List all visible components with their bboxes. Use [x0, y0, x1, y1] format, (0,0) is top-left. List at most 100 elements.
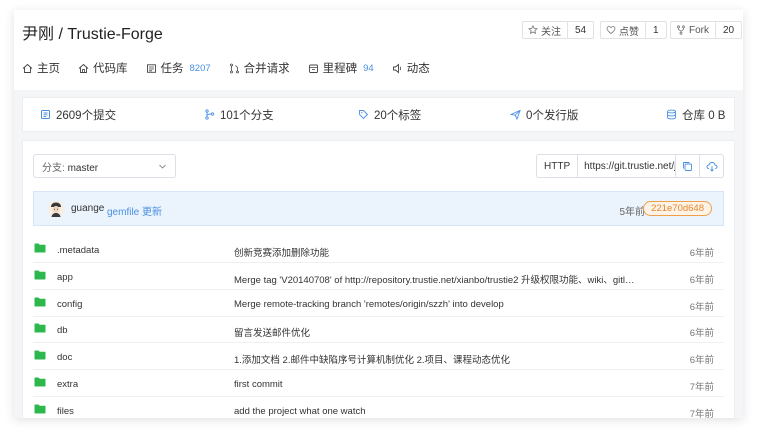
file-commit-message[interactable]: Merge remote-tracking branch 'remotes/or… [234, 299, 639, 310]
repo-header: 尹刚 / Trustie-Forge 关注 54 点赞 1 Fork 20 主页… [14, 10, 743, 90]
watch-button[interactable]: 关注 54 [522, 21, 595, 39]
file-name[interactable]: app [57, 272, 73, 283]
tab-activity-label: 动态 [406, 63, 430, 75]
file-commit-message[interactable]: first commit [234, 379, 639, 390]
file-row[interactable]: extra first commit 7年前 [33, 370, 724, 397]
file-row[interactable]: files add the project what one watch 7年前 [33, 397, 724, 418]
file-name[interactable]: .metadata [57, 245, 99, 256]
file-commit-message[interactable]: 1.添加文档 2.邮件中缺陷序号计算机制优化 2.项目、课程动态优化 [234, 352, 639, 366]
stat-size: 仓库 0 B [666, 98, 725, 131]
star-count: 1 [645, 22, 666, 38]
fork-button[interactable]: Fork 20 [670, 21, 743, 39]
star-outline-icon [528, 25, 538, 35]
fork-count: 20 [715, 22, 741, 38]
file-row[interactable]: config Merge remote-tracking branch 'remo… [33, 290, 724, 317]
task-icon [146, 63, 156, 73]
latest-commit-bar: guange gemfile 更新 5年前 221e70d648 [33, 191, 724, 226]
stat-commits-label: 2609个提交 [56, 109, 117, 122]
file-commit-message[interactable]: Merge tag 'V20140708' of http://reposito… [234, 272, 639, 286]
file-commit-message[interactable]: 创新竞赛添加删除功能 [234, 245, 639, 259]
file-name[interactable]: files [57, 406, 74, 417]
repo-page: 尹刚 / Trustie-Forge 关注 54 点赞 1 Fork 20 主页… [14, 10, 743, 418]
file-commit-message[interactable]: add the project what one watch [234, 406, 639, 417]
star-button[interactable]: 点赞 1 [600, 21, 667, 39]
folder-icon [34, 323, 46, 333]
repo-tabs: 主页 代码库 任务 8207 合并请求 里程碑 94 动态 [22, 58, 448, 78]
code-panel: 分支: master HTTP https://git.trustie.net/… [22, 140, 735, 418]
stat-commits[interactable]: 2609个提交 [40, 98, 116, 131]
folder-icon [34, 404, 46, 414]
folder-icon [34, 243, 46, 253]
file-name[interactable]: db [57, 325, 68, 336]
commit-sha-badge[interactable]: 221e70d648 [643, 201, 712, 216]
file-row[interactable]: .metadata 创新竞赛添加删除功能 6年前 [33, 236, 724, 263]
fork-icon [677, 25, 685, 35]
send-icon [510, 109, 521, 120]
tab-home[interactable]: 主页 [22, 58, 60, 78]
tab-milestones-count: 94 [363, 62, 374, 74]
file-name[interactable]: doc [57, 352, 72, 363]
clone-protocol[interactable]: HTTP [537, 155, 579, 177]
clone-url[interactable]: https://git.trustie.net/j [578, 161, 675, 172]
folder-icon [34, 377, 46, 387]
file-commit-time: 6年前 [689, 355, 714, 367]
file-name[interactable]: extra [57, 379, 78, 390]
tab-home-label: 主页 [37, 63, 60, 75]
tab-code[interactable]: 代码库 [78, 58, 128, 78]
tab-issues[interactable]: 任务 8207 [146, 58, 211, 78]
tab-pull-requests[interactable]: 合并请求 [229, 58, 290, 78]
repo-title[interactable]: 尹刚 / Trustie-Forge [22, 20, 163, 44]
branch-prefix: 分支: [42, 162, 65, 174]
file-commit-time: 6年前 [689, 328, 714, 340]
cloud-download-icon [706, 161, 718, 172]
tab-milestones[interactable]: 里程碑 94 [308, 58, 374, 78]
stat-branches[interactable]: 101个分支 [204, 98, 274, 131]
file-row[interactable]: doc 1.添加文档 2.邮件中缺陷序号计算机制优化 2.项目、课程动态优化 6年前 [33, 343, 724, 371]
download-button[interactable] [699, 155, 723, 177]
stat-tags[interactable]: 20个标签 [358, 98, 421, 131]
file-row[interactable]: db 留言发送邮件优化 6年前 [33, 316, 724, 344]
fork-label: Fork [689, 24, 709, 36]
copy-icon [683, 161, 693, 171]
tab-milestones-label: 里程碑 [322, 63, 358, 75]
tag-icon [359, 110, 369, 120]
clone-box: HTTP https://git.trustie.net/j [536, 154, 724, 178]
branch-select[interactable]: 分支: master [33, 154, 176, 178]
commit-time: 5年前 [619, 207, 645, 218]
file-commit-time: 6年前 [689, 248, 714, 259]
tab-pull-requests-label: 合并请求 [243, 63, 290, 75]
tab-code-label: 代码库 [93, 63, 128, 75]
heart-icon [606, 26, 616, 34]
code-home-icon [78, 63, 89, 73]
activity-icon [392, 63, 401, 73]
tab-issues-count: 8207 [189, 62, 211, 74]
file-row[interactable]: app Merge tag 'V20140708' of http://repos… [33, 263, 724, 290]
file-commit-time: 7年前 [689, 382, 714, 393]
file-commit-message[interactable]: 留言发送邮件优化 [234, 325, 639, 339]
repo-stats-bar: 2609个提交 101个分支 20个标签 0个发行版 仓库 0 B [22, 97, 735, 132]
tab-issues-label: 任务 [160, 63, 184, 75]
chevron-down-icon [159, 164, 166, 169]
file-commit-time: 6年前 [689, 301, 714, 313]
tab-activity[interactable]: 动态 [392, 58, 430, 78]
commit-author[interactable]: guange [71, 203, 104, 214]
stat-releases-label: 0个发行版 [526, 109, 579, 122]
commit-icon [41, 110, 50, 119]
file-commit-time: 7年前 [689, 408, 714, 418]
folder-icon [34, 350, 46, 360]
branch-value: master [67, 162, 99, 174]
stat-size-label: 仓库 0 B [682, 109, 726, 122]
merge-icon [229, 63, 239, 73]
stat-releases[interactable]: 0个发行版 [510, 98, 578, 131]
branch-icon [205, 109, 215, 120]
avatar[interactable] [47, 200, 65, 218]
commit-message[interactable]: gemfile 更新 [107, 203, 162, 218]
stat-tags-label: 20个标签 [374, 109, 422, 122]
folder-icon [34, 270, 46, 280]
database-icon [667, 109, 676, 120]
folder-icon [34, 297, 46, 307]
stat-branches-label: 101个分支 [220, 109, 274, 122]
copy-button[interactable] [675, 155, 699, 177]
watch-label: 关注 [541, 26, 561, 38]
file-name[interactable]: config [57, 299, 82, 310]
